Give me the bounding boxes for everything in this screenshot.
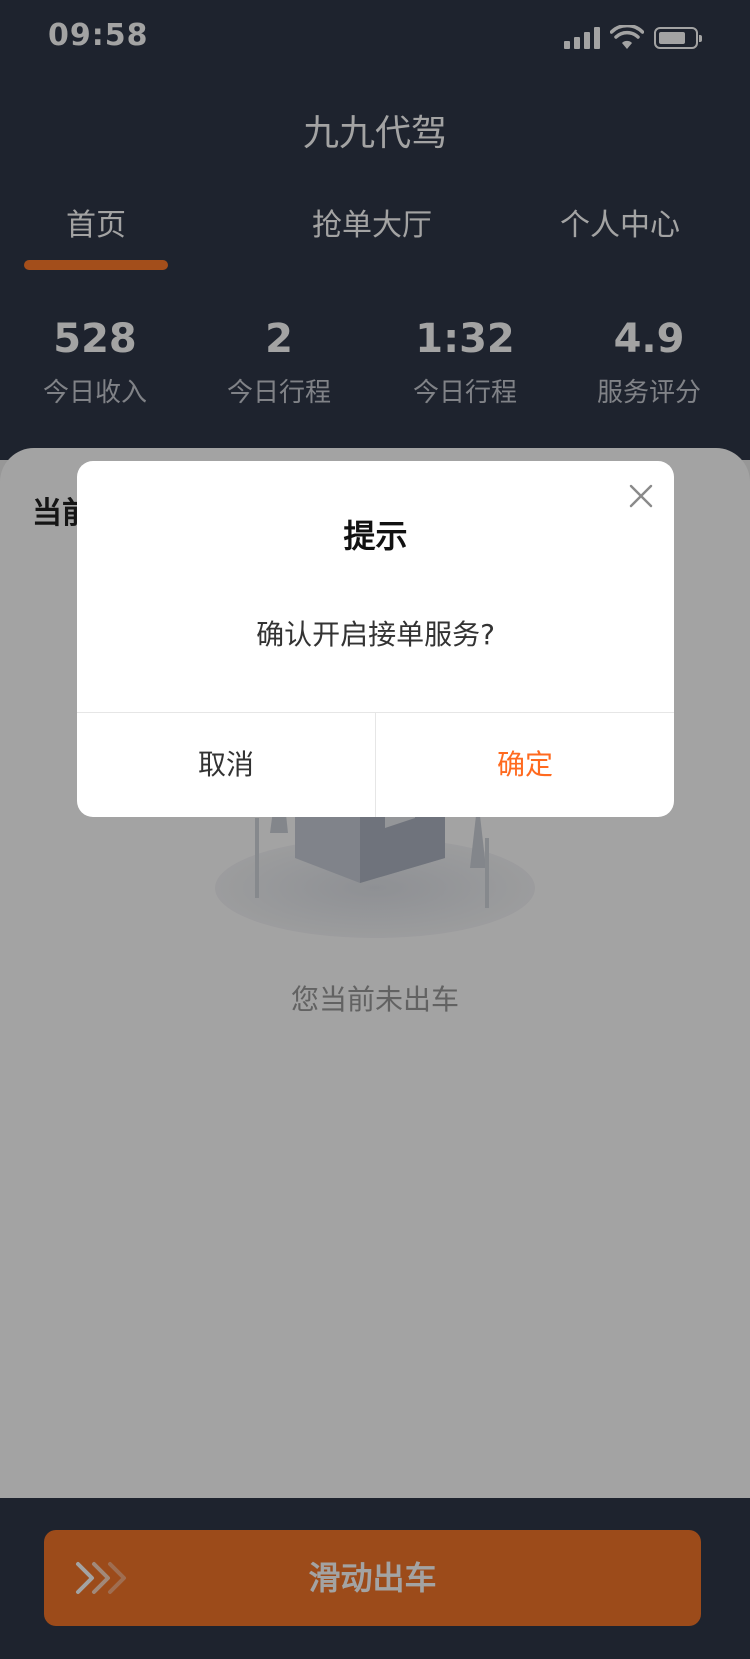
confirm-button[interactable]: 确定 — [376, 713, 674, 817]
modal-overlay[interactable] — [0, 0, 750, 1659]
dialog-actions: 取消 确定 — [77, 712, 674, 817]
confirm-dialog: 提示 确认开启接单服务? 取消 确定 — [77, 461, 674, 817]
cancel-button[interactable]: 取消 — [77, 713, 376, 817]
dialog-title: 提示 — [343, 517, 408, 555]
dialog-message: 确认开启接单服务? — [256, 618, 495, 651]
close-icon[interactable] — [624, 479, 658, 513]
